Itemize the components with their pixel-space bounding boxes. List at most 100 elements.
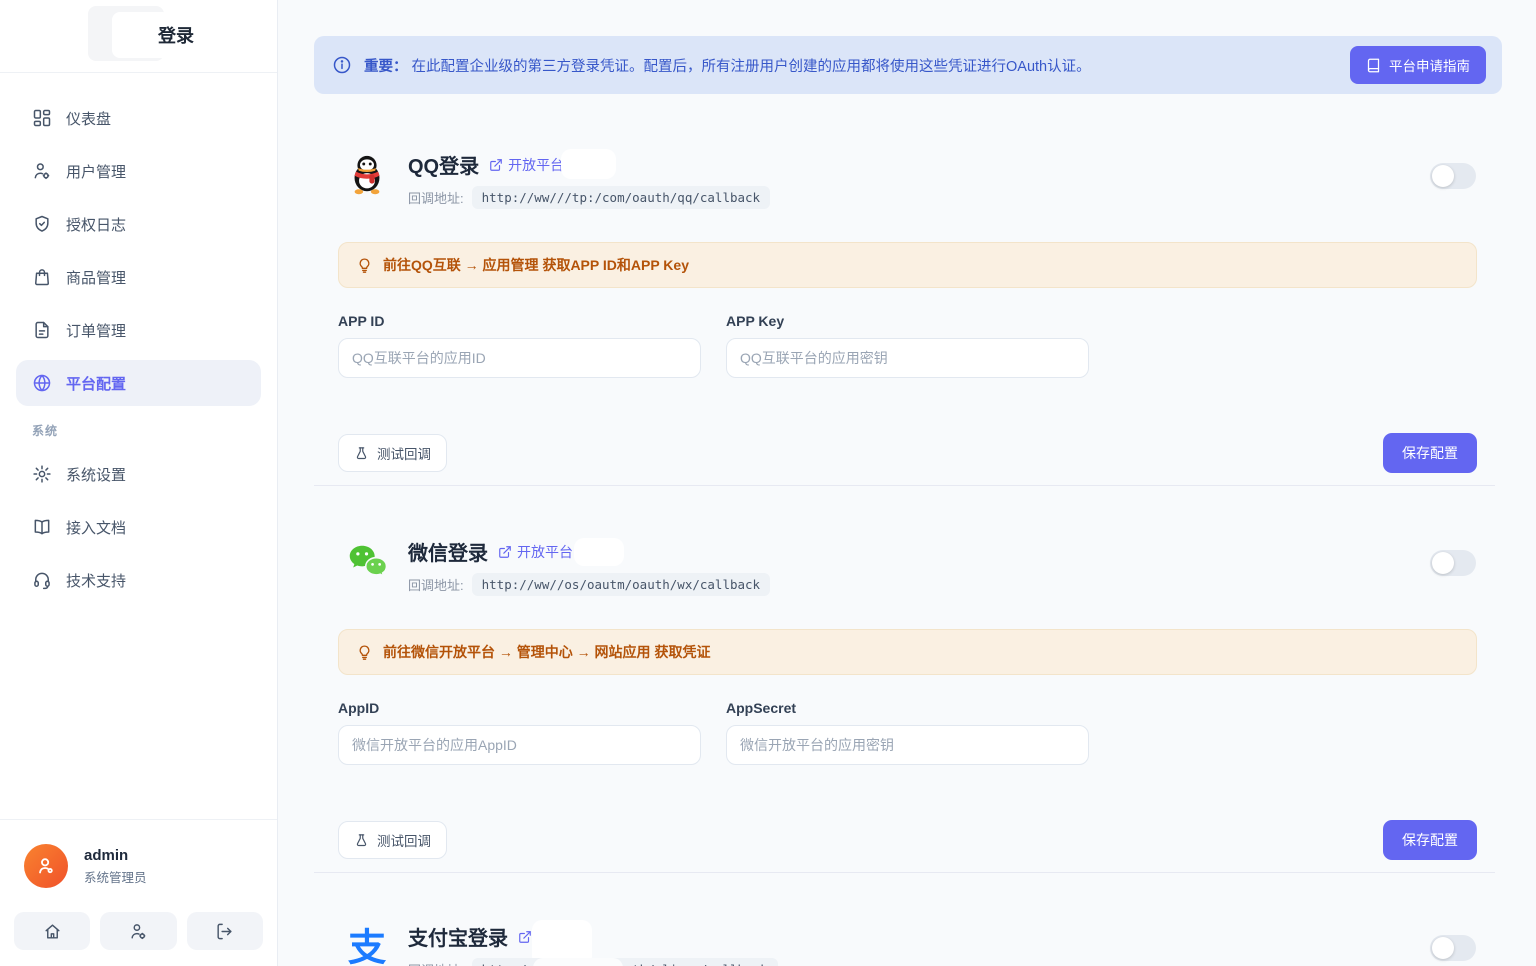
qq-appid-field: APP ID — [338, 313, 701, 378]
qq-appkey-input[interactable] — [726, 338, 1089, 378]
profile-button[interactable] — [100, 912, 177, 950]
svg-text:支: 支 — [348, 926, 387, 966]
callback-label: 回调地址: — [408, 960, 464, 966]
field-label: AppID — [338, 700, 380, 716]
logout-icon — [215, 922, 234, 941]
info-icon — [332, 55, 352, 75]
main-content: 重要： 在此配置企业级的第三方登录凭证。配置后，所有注册用户创建的应用都将使用这些… — [278, 0, 1536, 966]
logout-button[interactable] — [186, 912, 263, 950]
external-link-icon — [498, 545, 512, 559]
external-link-icon — [489, 158, 503, 172]
section-title: 支付宝登录 — [408, 928, 508, 950]
wechat-save-config-button[interactable]: 保存配置 — [1383, 820, 1477, 860]
qq-test-callback-button[interactable]: 测试回调 — [338, 434, 447, 472]
toggle-knob — [1432, 937, 1454, 959]
logo-area: 登录 — [0, 0, 277, 73]
globe-icon — [32, 373, 52, 393]
user-gear-icon — [129, 922, 148, 941]
qq-enabled-toggle[interactable] — [1430, 163, 1476, 189]
sidebar-item-orders[interactable]: 订单管理 — [16, 307, 261, 353]
sidebar-nav: 仪表盘 用户管理 授权日志 商品管理 订单管理 平台配置 系统 系统设置 接入文… — [0, 73, 277, 603]
sidebar-item-label: 授权日志 — [66, 216, 127, 234]
qq-save-config-button[interactable]: 保存配置 — [1383, 433, 1477, 473]
field-label: APP ID — [338, 313, 385, 329]
wechat-tip-bar: 前往微信开放平台 → 管理中心 → 网站应用 获取凭证 — [338, 629, 1477, 675]
section-title: 微信登录 — [408, 543, 488, 565]
wechat-test-callback-button[interactable]: 测试回调 — [338, 821, 447, 859]
sidebar-item-label: 用户管理 — [66, 163, 127, 181]
qq-login-section: QQ登录 开放平台 回调地址: http://ww///tp:/com/oaut… — [314, 140, 1502, 473]
app-logo-text: 登录 — [158, 26, 194, 46]
section-title: QQ登录 — [408, 156, 480, 178]
tip-text: 前往QQ互联 → 应用管理 获取APP ID和APP Key — [383, 257, 689, 273]
qq-open-platform-link[interactable]: 开放平台 — [489, 148, 617, 179]
tip-text: 前往微信开放平台 → 管理中心 → 网站应用 获取凭证 — [383, 644, 711, 660]
toggle-knob — [1432, 552, 1454, 574]
user-role: 系统管理员 — [84, 870, 147, 885]
alipay-open-platform-link[interactable] — [518, 919, 592, 966]
avatar — [24, 844, 68, 888]
gear-icon — [32, 464, 52, 484]
callback-label: 回调地址: — [408, 191, 464, 206]
qq-appkey-field: APP Key — [726, 313, 1089, 378]
sidebar-item-label: 系统设置 — [66, 466, 127, 484]
sidebar-item-products[interactable]: 商品管理 — [16, 254, 261, 300]
flask-icon — [354, 446, 369, 461]
alipay-callback-url: http:/ /oauth/alipay/callback — [471, 958, 778, 966]
qq-callback-url: http://ww///tp:/com/oauth/qq/callback — [471, 186, 771, 209]
wechat-appsecret-input[interactable] — [726, 725, 1089, 765]
external-link-icon — [518, 930, 532, 944]
alipay-enabled-toggle[interactable] — [1430, 935, 1476, 961]
headset-icon — [32, 570, 52, 590]
callback-label: 回调地址: — [408, 578, 464, 593]
wechat-appsecret-field: AppSecret — [726, 700, 1089, 765]
sidebar-item-label: 订单管理 — [66, 322, 127, 340]
banner-strong: 重要： — [364, 58, 408, 75]
alipay-logo-icon: 支 — [344, 924, 390, 966]
sidebar-item-docs[interactable]: 接入文档 — [16, 504, 261, 550]
user-panel: admin 系统管理员 — [0, 819, 277, 966]
qq-tip-bar: 前往QQ互联 → 应用管理 获取APP ID和APP Key — [338, 242, 1477, 288]
section-divider — [314, 485, 1495, 486]
lightbulb-icon — [356, 257, 373, 274]
dashboard-icon — [32, 108, 52, 128]
field-label: APP Key — [726, 313, 785, 329]
sidebar-item-label: 技术支持 — [66, 572, 127, 590]
user-name: admin — [84, 846, 129, 864]
sidebar-section-label: 系统 — [32, 424, 59, 438]
sidebar-item-label: 商品管理 — [66, 269, 127, 287]
shield-icon — [32, 214, 52, 234]
home-button[interactable] — [14, 912, 91, 950]
sidebar-item-platform-config[interactable]: 平台配置 — [16, 360, 261, 406]
wechat-callback-url: http://ww//os/oautm/oauth/wx/callback — [471, 573, 771, 596]
wechat-appid-input[interactable] — [338, 725, 701, 765]
book-icon — [32, 517, 52, 537]
sidebar-item-label: 仪表盘 — [66, 110, 112, 128]
sidebar-item-auth-logs[interactable]: 授权日志 — [16, 201, 261, 247]
lightbulb-icon — [356, 644, 373, 661]
sidebar-item-support[interactable]: 技术支持 — [16, 557, 261, 603]
qq-logo-icon — [344, 152, 390, 198]
toggle-knob — [1432, 165, 1454, 187]
banner-text: 重要： 在此配置企业级的第三方登录凭证。配置后，所有注册用户创建的应用都将使用这些… — [364, 58, 1091, 75]
info-banner: 重要： 在此配置企业级的第三方登录凭证。配置后，所有注册用户创建的应用都将使用这些… — [314, 36, 1502, 94]
platform-guide-button[interactable]: 平台申请指南 — [1350, 46, 1486, 84]
wechat-open-platform-link[interactable]: 开放平台 — [498, 537, 624, 566]
sidebar-item-label: 平台配置 — [66, 375, 127, 393]
wechat-enabled-toggle[interactable] — [1430, 550, 1476, 576]
home-icon — [43, 922, 62, 941]
flask-icon — [354, 833, 369, 848]
sidebar: 登录 仪表盘 用户管理 授权日志 商品管理 订单管理 平台配置 系统 系统设置 … — [0, 0, 278, 966]
qq-appid-input[interactable] — [338, 338, 701, 378]
wechat-appid-field: AppID — [338, 700, 701, 765]
book-icon — [1366, 58, 1381, 73]
user-gear-icon — [32, 161, 52, 181]
document-icon — [32, 320, 52, 340]
wechat-login-section: 微信登录 开放平台 回调地址: http://ww//os/oautm/oaut… — [314, 527, 1502, 860]
field-label: AppSecret — [726, 700, 797, 716]
sidebar-item-users[interactable]: 用户管理 — [16, 148, 261, 194]
sidebar-item-system-settings[interactable]: 系统设置 — [16, 451, 261, 497]
wechat-logo-icon — [344, 539, 390, 585]
sidebar-item-dashboard[interactable]: 仪表盘 — [16, 95, 261, 141]
shopping-bag-icon — [32, 267, 52, 287]
